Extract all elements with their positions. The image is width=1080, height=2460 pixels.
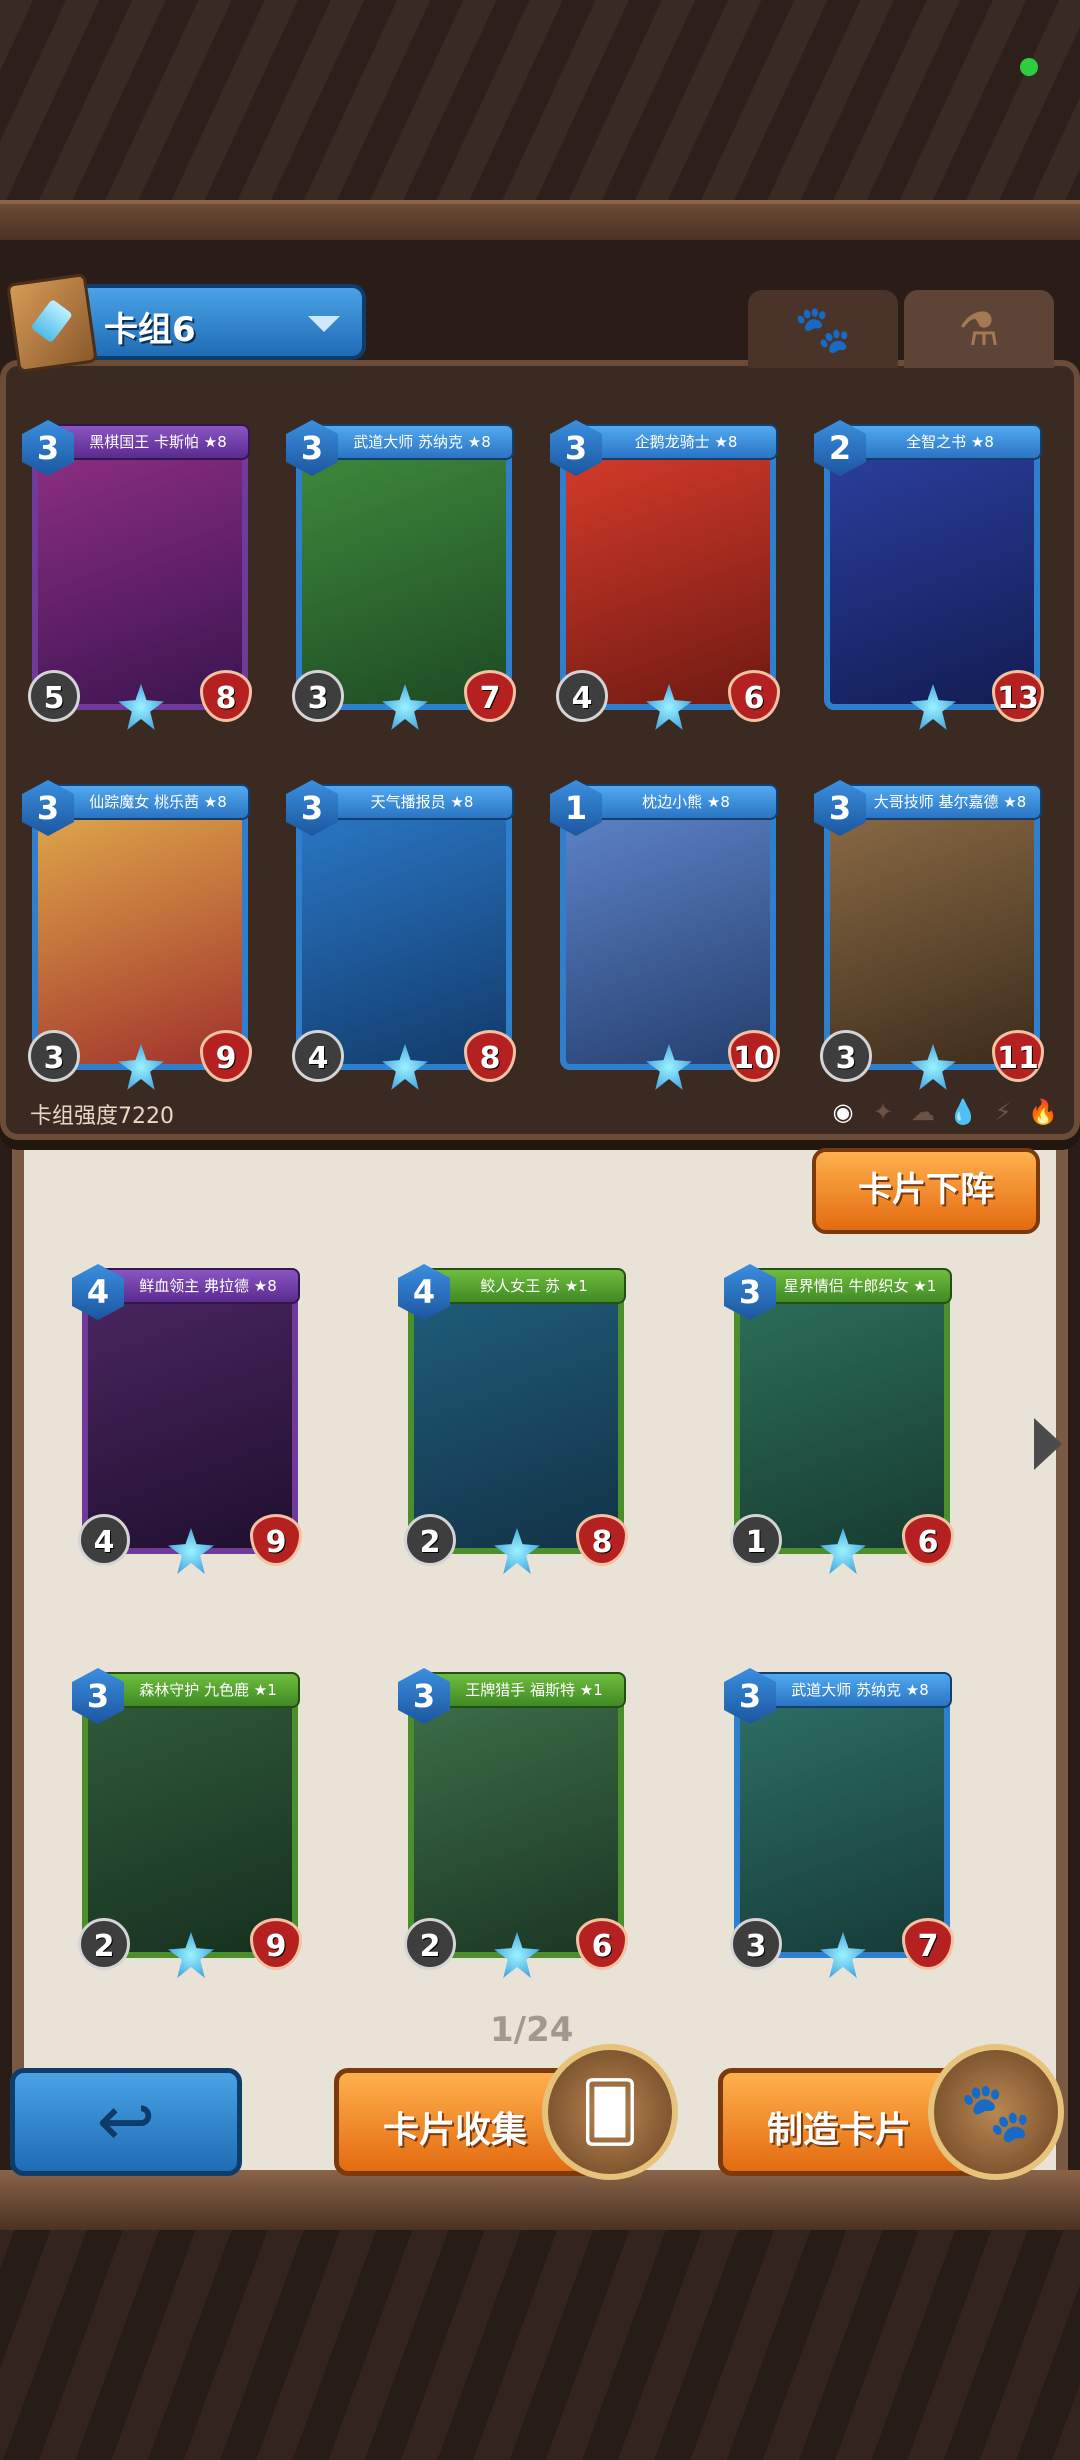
remove-from-deck-button[interactable]: 卡片下阵 (812, 1148, 1040, 1234)
bottom-ledge (0, 2170, 1080, 2230)
card-art (560, 442, 776, 710)
deck-card-1[interactable]: 黑棋国王 卡斯帕 ★8 3 5 8 (22, 420, 258, 730)
filter-earth-icon[interactable]: ✦ (868, 1098, 898, 1126)
deck-card-6[interactable]: 天气播报员 ★8 3 4 8 (286, 780, 522, 1090)
deck-book-icon (6, 272, 98, 374)
filter-lightning-icon[interactable]: ⚡ (988, 1098, 1018, 1126)
card-attack: 2 (78, 1918, 130, 1970)
collection-card-4[interactable]: 森林守护 九色鹿 ★1 3 2 9 (72, 1668, 308, 1978)
next-page-arrow-icon[interactable] (1034, 1418, 1062, 1470)
card-attack: 2 (404, 1918, 456, 1970)
card-attack: 3 (28, 1030, 80, 1082)
deck-card-8[interactable]: 大哥技师 基尔嘉德 ★8 3 3 11 (814, 780, 1050, 1090)
card-attack: 4 (292, 1030, 344, 1082)
card-art (82, 1690, 298, 1958)
paw-icon: 🐾 (794, 301, 852, 356)
card-health: 10 (728, 1030, 780, 1082)
status-dot (1020, 58, 1038, 76)
chevron-down-icon (308, 316, 340, 332)
potion-icon: ⚗ (958, 302, 1000, 356)
card-collection-label: 卡片收集 (383, 2110, 528, 2151)
potion-jar-icon[interactable]: 🐾 (928, 2044, 1064, 2180)
card-health: 9 (200, 1030, 252, 1082)
card-art (408, 1690, 624, 1958)
top-ledge (0, 200, 1080, 240)
card-health: 9 (250, 1918, 302, 1970)
card-art (824, 442, 1040, 710)
deck-card-3[interactable]: 企鹅龙骑士 ★8 3 4 6 (550, 420, 786, 730)
filter-cloud-icon[interactable]: ☁ (908, 1098, 938, 1126)
deck-selector[interactable]: 卡组6 (6, 272, 366, 374)
tab-potions[interactable]: ⚗ (904, 290, 1054, 368)
card-health: 6 (902, 1514, 954, 1566)
collection-card-5[interactable]: 王牌猎手 福斯特 ★1 3 2 6 (398, 1668, 634, 1978)
card-art (560, 802, 776, 1070)
card-art (824, 802, 1040, 1070)
card-attack: 4 (556, 670, 608, 722)
back-button[interactable]: ↩ (10, 2068, 242, 2176)
card-health: 8 (200, 670, 252, 722)
deck-card-2[interactable]: 武道大师 苏纳克 ★8 3 3 7 (286, 420, 522, 730)
card-art (82, 1286, 298, 1554)
craft-card-label: 制造卡片 (767, 2110, 912, 2151)
card-attack: 4 (78, 1514, 130, 1566)
element-filter-row: ◉ ✦ ☁ 💧 ⚡ 🔥 (828, 1098, 1058, 1126)
filter-all-icon[interactable]: ◉ (828, 1098, 858, 1126)
collection-card-2[interactable]: 鲛人女王 苏 ★1 4 2 8 (398, 1264, 634, 1574)
card-health: 7 (902, 1918, 954, 1970)
filter-water-icon[interactable]: 💧 (948, 1098, 978, 1126)
deck-card-4[interactable]: 全智之书 ★8 2 13 (814, 420, 1050, 730)
card-art (32, 802, 248, 1070)
back-arrow-icon: ↩ (96, 2080, 156, 2162)
deck-strength: 卡组强度7220 (30, 1104, 174, 1129)
card-health: 6 (576, 1918, 628, 1970)
card-health: 8 (576, 1514, 628, 1566)
card-art (32, 442, 248, 710)
card-attack: 1 (730, 1514, 782, 1566)
card-attack: 2 (404, 1514, 456, 1566)
tab-pets[interactable]: 🐾 (748, 290, 898, 368)
collection-card-6[interactable]: 武道大师 苏纳克 ★8 3 3 7 (724, 1668, 960, 1978)
deck-title: 卡组6 (104, 310, 196, 350)
card-art (734, 1690, 950, 1958)
card-health: 9 (250, 1514, 302, 1566)
card-health: 13 (992, 670, 1044, 722)
page-indicator: 1/24 (490, 2010, 574, 2050)
card-attack: 3 (730, 1918, 782, 1970)
card-attack: 3 (292, 670, 344, 722)
deck-card-7[interactable]: 枕边小熊 ★8 1 10 (550, 780, 786, 1090)
card-health: 7 (464, 670, 516, 722)
deck-card-5[interactable]: 仙踪魔女 桃乐茜 ★8 3 3 9 (22, 780, 258, 1090)
card-health: 8 (464, 1030, 516, 1082)
card-art (296, 442, 512, 710)
card-collection-icon[interactable]: 🂠 (542, 2044, 678, 2180)
collection-card-1[interactable]: 鲜血领主 弗拉德 ★8 4 4 9 (72, 1264, 308, 1574)
top-wood-frame (0, 0, 1080, 240)
card-art (734, 1286, 950, 1554)
card-attack: 5 (28, 670, 80, 722)
card-art (296, 802, 512, 1070)
bottom-wood-frame (0, 2170, 1080, 2460)
collection-card-3[interactable]: 星界情侣 牛郎织女 ★1 3 1 6 (724, 1264, 960, 1574)
card-art (408, 1286, 624, 1554)
card-health: 6 (728, 670, 780, 722)
card-health: 11 (992, 1030, 1044, 1082)
card-attack: 3 (820, 1030, 872, 1082)
filter-fire-icon[interactable]: 🔥 (1028, 1098, 1058, 1126)
